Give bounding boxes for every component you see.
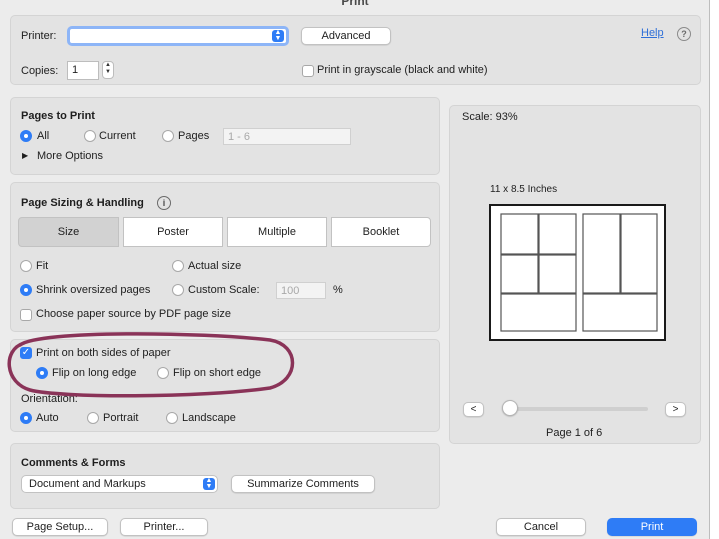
help-link[interactable]: Help xyxy=(641,27,664,39)
pages-all-radio[interactable] xyxy=(20,130,32,142)
both-sides-checkbox[interactable]: ✓ xyxy=(20,347,32,359)
short-edge-label: Flip on short edge xyxy=(173,367,262,379)
page-setup-button[interactable]: Page Setup... xyxy=(12,518,108,536)
paper-source-checkbox[interactable] xyxy=(20,309,32,321)
window-title: Print xyxy=(341,0,369,8)
comments-select-value: Document and Markups xyxy=(29,478,146,490)
orientation-auto-radio[interactable] xyxy=(20,412,32,424)
long-edge-radio[interactable] xyxy=(36,367,48,379)
tab-multiple[interactable]: Multiple xyxy=(227,217,327,247)
printer-label: Printer: xyxy=(21,30,57,42)
copies-stepper[interactable]: ▲ ▼ xyxy=(102,61,114,79)
pages-range-label: Pages xyxy=(178,130,210,142)
page-indicator: Page 1 of 6 xyxy=(546,427,603,439)
long-edge-label: Flip on long edge xyxy=(52,367,137,379)
info-icon[interactable]: i xyxy=(157,196,171,210)
fit-label: Fit xyxy=(36,260,49,272)
copies-input[interactable]: 1 xyxy=(67,61,99,80)
orientation-portrait-label: Portrait xyxy=(103,412,139,424)
pages-all-label: All xyxy=(37,130,50,142)
chevron-updown-icon: ▲ ▼ xyxy=(203,477,215,490)
printer-button[interactable]: Printer... xyxy=(120,518,208,536)
comic-page-thumbnail xyxy=(500,213,658,332)
next-page-button[interactable]: > xyxy=(665,402,686,417)
short-edge-radio[interactable] xyxy=(157,367,169,379)
custom-scale-input[interactable]: 100 xyxy=(276,282,326,299)
copies-label: Copies: xyxy=(21,65,59,77)
pages-current-label: Current xyxy=(99,130,136,142)
both-sides-label: Print on both sides of paper xyxy=(36,347,171,359)
shrink-oversized-label: Shrink oversized pages xyxy=(36,284,151,296)
percent-label: % xyxy=(333,284,343,296)
shrink-oversized-radio[interactable] xyxy=(20,284,32,296)
orientation-landscape-label: Landscape xyxy=(182,412,236,424)
orientation-portrait-radio[interactable] xyxy=(87,412,99,424)
paper-source-label: Choose paper source by PDF page size xyxy=(36,308,232,320)
pages-current-radio[interactable] xyxy=(84,130,96,142)
previous-page-button[interactable]: < xyxy=(463,402,484,417)
fit-radio[interactable] xyxy=(20,260,32,272)
advanced-button[interactable]: Advanced xyxy=(301,27,391,45)
summarize-comments-button[interactable]: Summarize Comments xyxy=(231,475,375,493)
orientation-landscape-radio[interactable] xyxy=(166,412,178,424)
pages-range-radio[interactable] xyxy=(162,130,174,142)
cancel-button[interactable]: Cancel xyxy=(496,518,586,536)
custom-scale-label: Custom Scale: xyxy=(188,284,260,296)
page-slider-thumb[interactable] xyxy=(502,400,518,416)
printer-select[interactable]: ▲ ▼ xyxy=(67,26,289,46)
tab-size[interactable]: Size xyxy=(18,217,119,247)
page-preview xyxy=(489,204,666,341)
page-slider-track[interactable] xyxy=(508,407,648,411)
chevron-updown-icon: ▲ ▼ xyxy=(272,29,284,42)
disclosure-triangle-icon[interactable]: ▶ xyxy=(22,151,28,160)
more-options-toggle[interactable]: More Options xyxy=(37,150,103,162)
tab-poster[interactable]: Poster xyxy=(123,217,223,247)
print-dialog: Print Printer: ▲ ▼ Advanced Help ? Copies… xyxy=(0,0,710,539)
pages-range-input[interactable]: 1 - 6 xyxy=(223,128,351,145)
scale-label: Scale: 93% xyxy=(462,111,518,123)
print-button[interactable]: Print xyxy=(607,518,697,536)
pages-to-print-heading: Pages to Print xyxy=(21,110,95,122)
grayscale-checkbox[interactable] xyxy=(302,65,314,77)
actual-size-radio[interactable] xyxy=(172,260,184,272)
paper-size-label: 11 x 8.5 Inches xyxy=(490,184,558,195)
custom-scale-radio[interactable] xyxy=(172,284,184,296)
comments-select[interactable]: Document and Markups ▲ ▼ xyxy=(21,475,218,493)
comments-heading: Comments & Forms xyxy=(21,457,126,469)
actual-size-label: Actual size xyxy=(188,260,242,272)
page-sizing-heading: Page Sizing & Handling xyxy=(21,197,144,209)
orientation-heading: Orientation: xyxy=(21,393,78,405)
tab-booklet[interactable]: Booklet xyxy=(331,217,431,247)
grayscale-label: Print in grayscale (black and white) xyxy=(317,64,488,76)
orientation-auto-label: Auto xyxy=(36,412,59,424)
help-icon[interactable]: ? xyxy=(677,27,691,41)
